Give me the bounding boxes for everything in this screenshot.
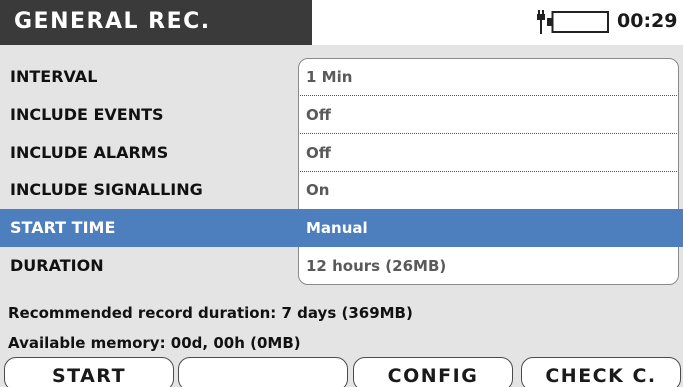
setting-label: INCLUDE ALARMS	[10, 143, 169, 162]
title-box: GENERAL REC.	[0, 0, 312, 45]
header-bar: GENERAL REC. 00:29	[0, 0, 683, 45]
general-recorder-screen: GENERAL REC. 00:29 INTERVAL 1 Min INCLUD…	[0, 0, 683, 387]
screen-title: GENERAL REC.	[14, 9, 211, 34]
setting-value: 12 hours (26MB)	[306, 257, 447, 275]
setting-value: On	[306, 181, 330, 199]
setting-row-include-alarms[interactable]: INCLUDE ALARMS Off	[0, 134, 683, 172]
setting-row-include-events[interactable]: INCLUDE EVENTS Off	[0, 96, 683, 134]
setting-label: INTERVAL	[10, 67, 98, 86]
setting-row-include-signalling[interactable]: INCLUDE SIGNALLING On	[0, 171, 683, 209]
config-button[interactable]: CONFIG	[353, 357, 513, 387]
setting-label: INCLUDE SIGNALLING	[10, 180, 203, 199]
setting-row-duration[interactable]: DURATION 12 hours (26MB)	[0, 247, 683, 285]
setting-label: DURATION	[10, 256, 104, 275]
setting-label: START TIME	[10, 218, 116, 237]
battery-icon	[547, 11, 609, 33]
start-button[interactable]: START	[4, 357, 174, 387]
settings-list: INTERVAL 1 Min INCLUDE EVENTS Off INCLUD…	[0, 58, 683, 285]
plug-icon	[536, 10, 546, 34]
setting-value: Off	[306, 106, 331, 124]
setting-value: 1 Min	[306, 68, 353, 86]
setting-value: Off	[306, 144, 331, 162]
setting-value: Manual	[306, 219, 368, 237]
setting-row-start-time[interactable]: START TIME Manual	[0, 209, 683, 247]
available-memory-text: Available memory: 00d, 00h (0MB)	[8, 334, 301, 352]
check-connection-button[interactable]: CHECK C.	[521, 357, 681, 387]
function-key-2[interactable]	[178, 357, 348, 387]
clock-readout: 00:29	[617, 10, 678, 32]
setting-row-interval[interactable]: INTERVAL 1 Min	[0, 58, 683, 96]
recommended-duration-text: Recommended record duration: 7 days (369…	[8, 304, 413, 322]
setting-label: INCLUDE EVENTS	[10, 105, 164, 124]
